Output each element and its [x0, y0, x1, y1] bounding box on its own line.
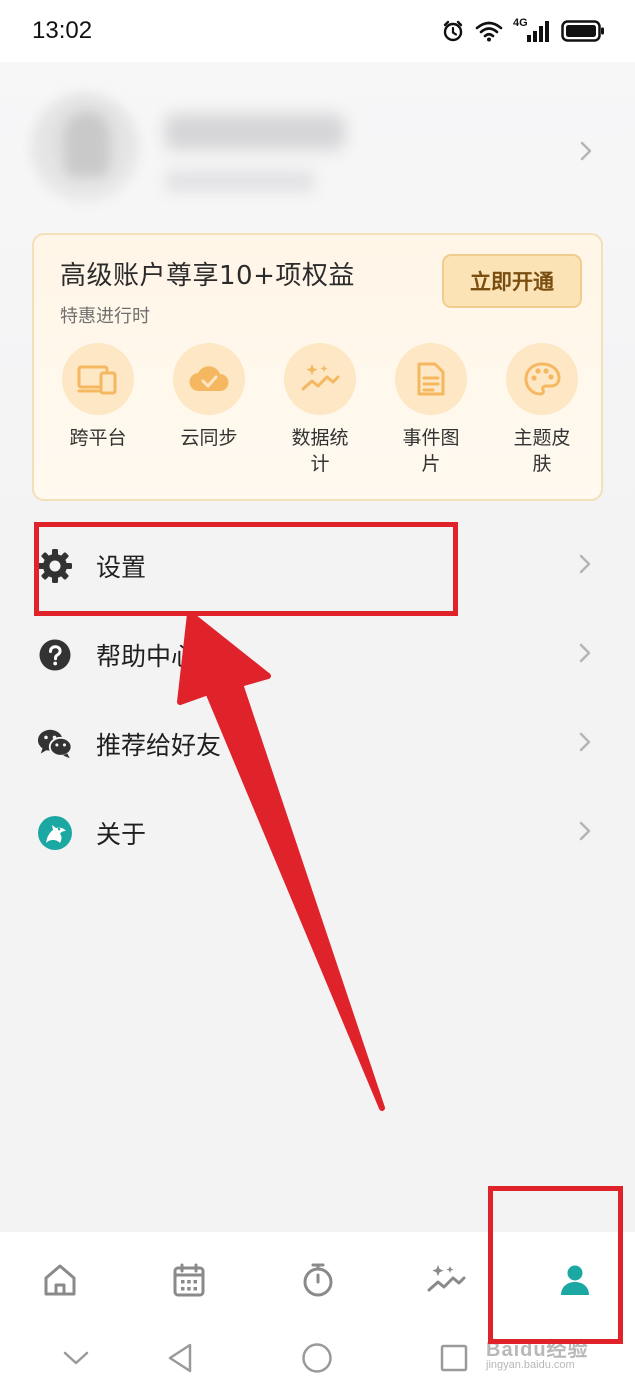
gear-icon — [37, 548, 73, 584]
back-icon[interactable] — [163, 1341, 197, 1375]
profile-header[interactable] — [30, 92, 605, 212]
menu-label: 关于 — [96, 820, 147, 849]
sparkle-chart-icon — [284, 343, 356, 415]
watermark-main: Baidu经验 — [486, 1339, 589, 1361]
wechat-icon — [37, 726, 73, 762]
timer-icon[interactable] — [296, 1258, 340, 1302]
palette-icon — [506, 343, 578, 415]
chevron-right-icon — [578, 820, 592, 846]
benefit-label: 事件图片 — [402, 427, 460, 475]
battery-icon — [561, 19, 605, 43]
document-icon — [395, 343, 467, 415]
chevron-right-icon — [579, 140, 593, 162]
menu-item-about[interactable]: 关于 — [0, 789, 635, 877]
home-circle-icon[interactable] — [300, 1341, 334, 1375]
bottom-navigation — [0, 1232, 635, 1327]
avatar-silhouette — [65, 112, 109, 176]
app-logo-icon — [37, 815, 73, 851]
cloud-check-icon — [173, 343, 245, 415]
watermark-sub: jingyan.baidu.com — [486, 1359, 575, 1371]
benefit-data-stats[interactable]: 数据统计 — [270, 343, 370, 477]
menu-item-settings[interactable]: 设置 — [0, 522, 635, 610]
stats-icon[interactable] — [424, 1258, 468, 1302]
benefit-label: 云同步 — [180, 427, 238, 449]
benefit-cross-platform[interactable]: 跨平台 — [48, 343, 148, 451]
benefit-label: 主题皮肤 — [513, 427, 571, 475]
benefit-theme-skin[interactable]: 主题皮肤 — [492, 343, 592, 477]
devices-icon — [62, 343, 134, 415]
chevron-right-icon — [578, 642, 592, 668]
home-icon[interactable] — [38, 1258, 82, 1302]
benefit-label: 跨平台 — [69, 427, 127, 449]
chevron-right-icon — [578, 731, 592, 757]
status-icons: 4G — [441, 17, 605, 43]
vip-title: 高级账户尊享10+项权益 — [60, 261, 355, 291]
alarm-icon — [441, 19, 465, 43]
profile-name — [165, 114, 345, 150]
vip-subtitle: 特惠进行时 — [60, 306, 150, 327]
menu-label: 推荐给好友 — [96, 731, 222, 760]
menu-item-recommend-to-friends[interactable]: 推荐给好友 — [0, 700, 635, 788]
help-icon — [37, 637, 73, 673]
vip-benefits-card[interactable]: 高级账户尊享10+项权益 特惠进行时 立即开通 跨平台 云同步 数据统计 事件图… — [32, 233, 603, 501]
wifi-icon — [475, 20, 503, 42]
menu-label: 设置 — [96, 553, 147, 582]
calendar-icon[interactable] — [167, 1258, 211, 1302]
status-time: 13:02 — [32, 17, 93, 44]
activate-now-button[interactable]: 立即开通 — [442, 254, 582, 308]
profile-icon[interactable] — [553, 1258, 597, 1302]
chevron-right-icon — [578, 553, 592, 579]
benefit-label: 数据统计 — [291, 427, 349, 475]
recents-icon[interactable] — [437, 1341, 471, 1375]
chevron-down-icon[interactable] — [59, 1341, 93, 1375]
benefit-cloud-sync[interactable]: 云同步 — [159, 343, 259, 451]
benefit-event-images[interactable]: 事件图片 — [381, 343, 481, 477]
profile-subtitle — [165, 170, 315, 192]
menu-label: 帮助中心 — [96, 642, 197, 671]
signal-icon: 4G — [513, 17, 551, 43]
menu-item-help-center[interactable]: 帮助中心 — [0, 611, 635, 699]
status-bar: 13:02 4G — [0, 0, 635, 62]
baidu-watermark: Baidu经验 jingyan.baidu.com — [484, 1325, 624, 1377]
